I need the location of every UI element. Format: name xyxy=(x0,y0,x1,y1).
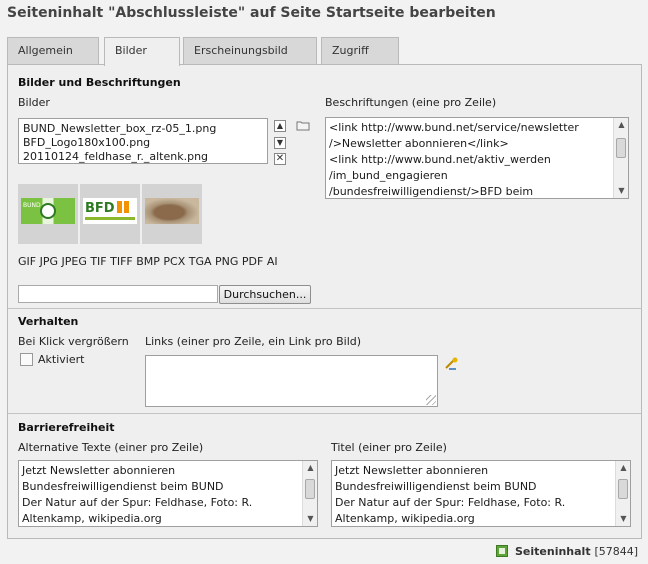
title-line: Der Natur auf der Spur: Feldhase, Foto: … xyxy=(335,496,566,509)
scrollbar[interactable]: ▲ ▼ xyxy=(613,118,628,198)
newsletter-logo-icon: BUND xyxy=(23,202,56,219)
caption-line: /im_bund_engagieren xyxy=(329,169,448,182)
close-icon: ✕ xyxy=(275,153,285,164)
arrow-down-icon: ▼ xyxy=(276,138,284,147)
bfd-thumbnail-image: BFD xyxy=(83,198,137,224)
move-down-button[interactable]: ▼ xyxy=(274,137,286,149)
tab-erscheinungsbild[interactable]: Erscheinungsbild xyxy=(183,37,317,65)
feldhase-thumbnail-image xyxy=(145,198,199,224)
folder-icon xyxy=(296,121,310,131)
captions-textarea[interactable]: <link http://www.bund.net/service/newsle… xyxy=(325,117,629,199)
resize-handle[interactable] xyxy=(426,395,436,405)
click-enlarge-label: Bei Klick vergrößern xyxy=(18,335,129,348)
section-title-behaviour: Verhalten xyxy=(18,315,79,328)
tab-allgemein[interactable]: Allgemein xyxy=(7,37,99,65)
thumbnail-logo-text: BUND xyxy=(23,202,41,209)
alt-texts-label: Alternative Texte (einer pro Zeile) xyxy=(18,441,204,454)
scroll-thumb[interactable] xyxy=(616,138,626,158)
remove-image-button[interactable]: ✕ xyxy=(274,153,286,165)
tab-panel: Bilder und Beschriftungen Bilder BUND_Ne… xyxy=(7,64,642,539)
scroll-down-icon[interactable]: ▼ xyxy=(616,512,630,526)
scroll-thumb[interactable] xyxy=(305,479,315,499)
content-element-icon xyxy=(496,545,508,557)
scrollbar[interactable]: ▲ ▼ xyxy=(302,461,317,526)
captions-label: Beschriftungen (eine pro Zeile) xyxy=(325,96,497,109)
scroll-down-icon[interactable]: ▼ xyxy=(614,184,628,198)
link-wizard-button[interactable] xyxy=(443,357,459,371)
title-textarea[interactable]: Jetzt Newsletter abonnieren Bundesfreiwi… xyxy=(331,460,631,527)
scroll-up-icon[interactable]: ▲ xyxy=(616,461,630,475)
image-thumbnail-bfd[interactable]: BFD xyxy=(80,184,140,244)
image-file-item[interactable]: BFD_Logo180x100.png xyxy=(23,136,263,150)
alt-text-line: Jetzt Newsletter abonnieren xyxy=(22,464,176,477)
record-info[interactable]: Seiteninhalt [57844] xyxy=(515,545,638,558)
record-type-label: Seiteninhalt xyxy=(515,545,591,558)
arrow-up-icon: ▲ xyxy=(276,121,284,130)
caption-line: <link http://www.bund.net/aktiv_werden xyxy=(329,153,551,166)
page-title: Seiteninhalt "Abschlussleiste" auf Seite… xyxy=(7,5,496,21)
link-wizard-icon xyxy=(445,357,458,370)
alt-text-line: Bundesfreiwilligendienst beim BUND xyxy=(22,480,224,493)
title-label: Titel (einer pro Zeile) xyxy=(331,441,447,454)
images-label: Bilder xyxy=(18,96,50,109)
alt-texts-textarea[interactable]: Jetzt Newsletter abonnieren Bundesfreiwi… xyxy=(18,460,318,527)
move-up-button[interactable]: ▲ xyxy=(274,120,286,132)
image-file-list[interactable]: BUND_Newsletter_box_rz-05_1.png BFD_Logo… xyxy=(18,118,268,164)
caption-line: <link http://www.bund.net/service/newsle… xyxy=(329,121,579,134)
tab-bilder[interactable]: Bilder xyxy=(104,37,180,66)
section-title-accessibility: Barrierefreiheit xyxy=(18,421,115,434)
activated-checkbox[interactable] xyxy=(20,353,33,366)
title-line: Jetzt Newsletter abonnieren xyxy=(335,464,489,477)
scroll-up-icon[interactable]: ▲ xyxy=(303,461,317,475)
browse-folder-button[interactable] xyxy=(296,120,310,131)
scroll-thumb[interactable] xyxy=(618,479,628,499)
alt-text-line: Der Natur auf der Spur: Feldhase, Foto: … xyxy=(22,496,253,509)
tab-zugriff[interactable]: Zugriff xyxy=(321,37,399,65)
record-type-icon xyxy=(496,545,508,557)
scroll-down-icon[interactable]: ▼ xyxy=(303,512,317,526)
allowed-file-types: GIF JPG JPEG TIF TIFF BMP PCX TGA PNG PD… xyxy=(18,255,278,268)
bfd-logo-icon: BFD xyxy=(85,201,135,220)
links-textarea[interactable] xyxy=(145,355,438,407)
image-file-item[interactable]: BUND_Newsletter_box_rz-05_1.png xyxy=(23,122,263,136)
caption-line: /bundesfreiwilligendienst/>BFD beim xyxy=(329,185,534,198)
browse-button[interactable]: Durchsuchen... xyxy=(219,285,311,304)
title-line: Bundesfreiwilligendienst beim BUND xyxy=(335,480,537,493)
caption-line: />Newsletter abonnieren</link> xyxy=(329,137,509,150)
activated-label: Aktiviert xyxy=(38,353,85,366)
section-divider xyxy=(8,308,641,309)
image-file-item[interactable]: 20110124_feldhase_r._altenk.png xyxy=(23,150,263,163)
thumbnail-logo-text: BFD xyxy=(85,201,115,216)
newsletter-thumbnail-image: BUND xyxy=(21,198,75,224)
section-title-images: Bilder und Beschriftungen xyxy=(18,76,181,89)
record-id: [57844] xyxy=(594,545,639,558)
section-divider xyxy=(8,413,641,414)
links-label: Links (einer pro Zeile, ein Link pro Bil… xyxy=(145,335,362,348)
title-line: Altenkamp, wikipedia.org xyxy=(335,512,475,525)
image-thumbnail-newsletter[interactable]: BUND xyxy=(18,184,78,244)
image-thumbnail-feldhase[interactable] xyxy=(142,184,202,244)
scroll-up-icon[interactable]: ▲ xyxy=(614,118,628,132)
file-upload-input[interactable] xyxy=(18,285,218,303)
alt-text-line: Altenkamp, wikipedia.org xyxy=(22,512,162,525)
scrollbar[interactable]: ▲ ▼ xyxy=(615,461,630,526)
